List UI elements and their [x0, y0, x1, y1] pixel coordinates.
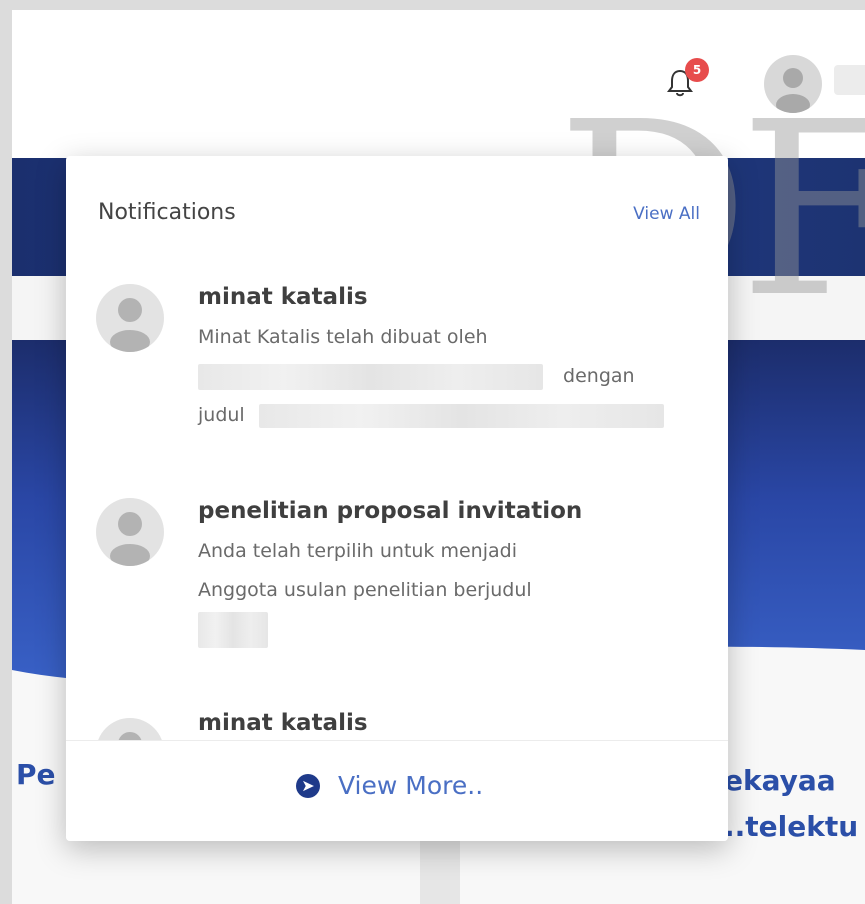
avatar [96, 284, 164, 352]
notification-title: minat katalis [198, 284, 368, 310]
user-name-redacted [834, 65, 865, 95]
notification-count-badge: 5 [685, 58, 709, 82]
notifications-dropdown: Notifications View All minat katalis Min… [66, 156, 728, 841]
background-heading-right-line2: ..telektu [724, 810, 859, 843]
avatar [96, 718, 164, 740]
user-silhouette-icon [110, 512, 150, 566]
user-silhouette-icon [118, 732, 142, 740]
user-silhouette-icon [776, 68, 810, 113]
notification-item[interactable]: minat katalis Minat Katalis telah dibuat… [66, 274, 728, 464]
notifications-header: Notifications View All [66, 156, 728, 272]
view-more-button[interactable]: ➤ View More.. [296, 771, 483, 800]
notification-body-text: dengan [563, 365, 635, 387]
notification-title: minat katalis [198, 710, 368, 736]
notifications-list[interactable]: minat katalis Minat Katalis telah dibuat… [66, 274, 728, 740]
notification-body-line [198, 610, 688, 649]
notification-body-line: Anda telah terpilih untuk menjadi [198, 540, 517, 562]
notification-title: penelitian proposal invitation [198, 498, 583, 524]
top-header: 5 [12, 10, 865, 158]
notification-item[interactable]: penelitian proposal invitation Anda tela… [66, 490, 728, 680]
user-silhouette-icon [110, 298, 150, 352]
notification-body-line: dengan [198, 357, 688, 396]
background-heading-right: ekayaa ..telektu [724, 758, 865, 850]
arrow-right-circle-icon: ➤ [296, 773, 320, 798]
view-more-label: View More.. [338, 771, 484, 800]
notification-body-line: Minat Katalis telah dibuat oleh [198, 326, 488, 348]
notification-item[interactable]: minat katalis [66, 698, 728, 740]
view-all-link[interactable]: View All [633, 204, 700, 224]
notifications-footer: ➤ View More.. [66, 740, 728, 841]
background-divider [420, 830, 460, 904]
notification-body: Anda telah terpilih untuk menjadi Anggot… [198, 532, 688, 649]
notification-body: Minat Katalis telah dibuat oleh dengan j… [198, 318, 688, 435]
redacted-text [198, 611, 268, 648]
notification-body-line: Anggota usulan penelitian berjudul [198, 579, 532, 601]
notifications-title: Notifications [98, 200, 236, 225]
redacted-text [198, 363, 543, 390]
user-avatar[interactable] [764, 55, 822, 113]
notification-body-text: judul [198, 404, 245, 426]
notification-bell-button[interactable]: 5 [663, 58, 709, 100]
redacted-text [258, 403, 664, 428]
avatar [96, 498, 164, 566]
notification-body-line: judul [198, 396, 688, 435]
app-frame: 5 Pe ekayaa ..telektu DF Notifications V… [12, 10, 865, 904]
background-heading-left: Pe [16, 758, 56, 791]
background-heading-right-line1: ekayaa [724, 764, 836, 797]
